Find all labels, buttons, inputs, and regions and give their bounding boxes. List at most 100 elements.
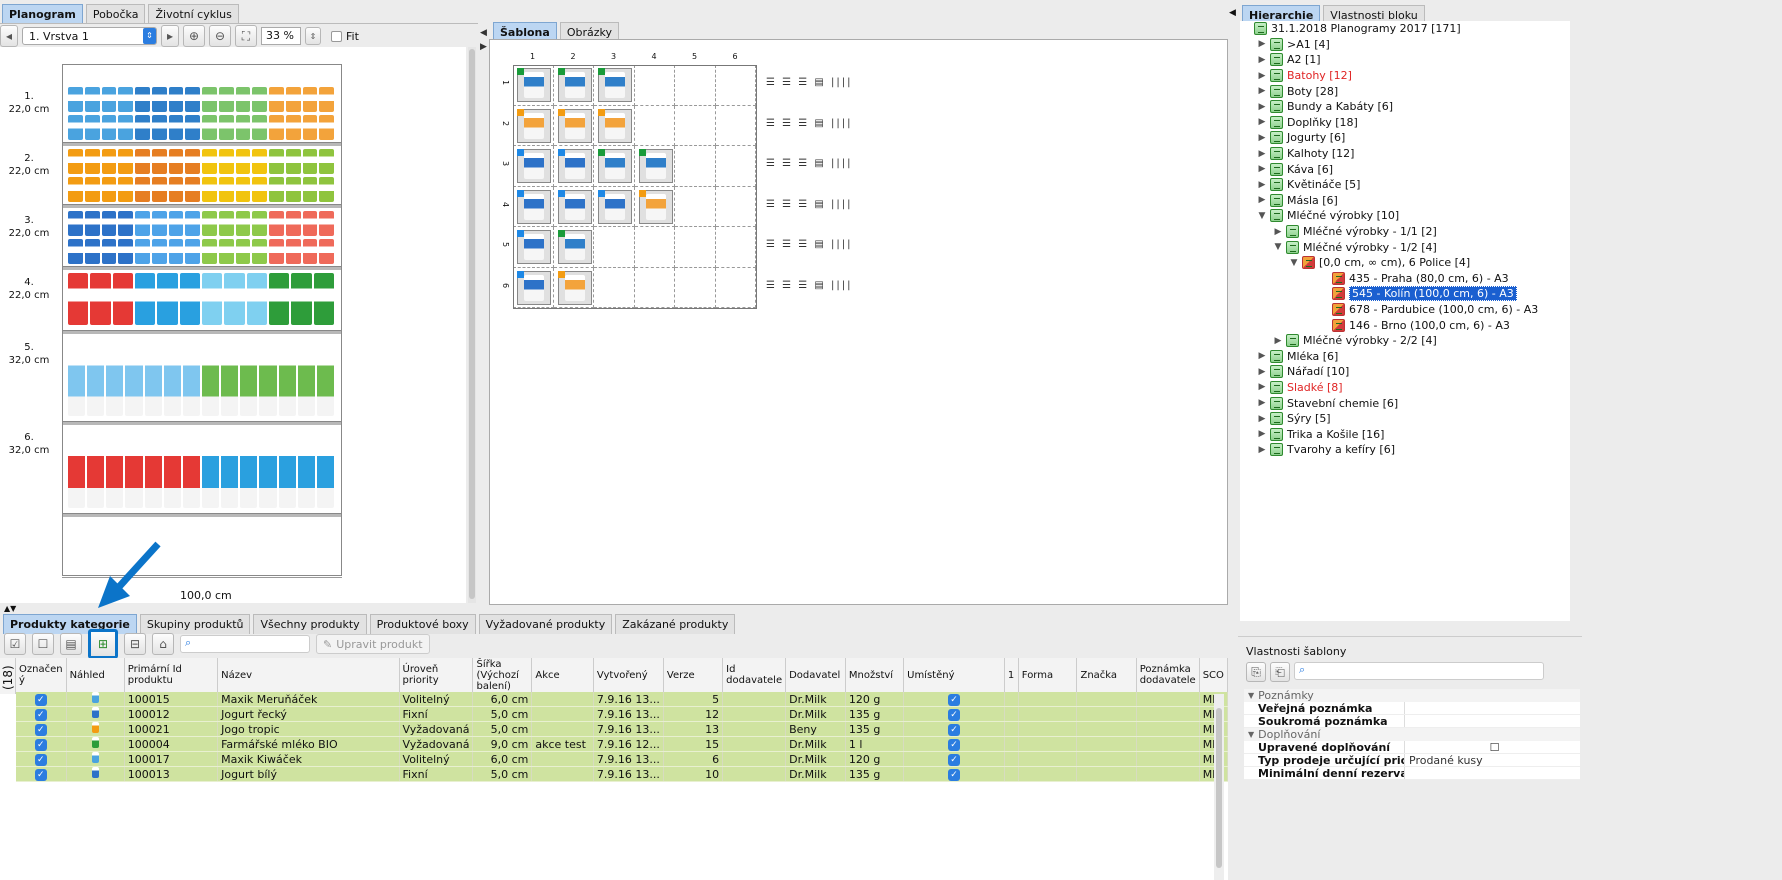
row-alignment-icons[interactable]: ☰ ☰ ☰ ▤ |||| bbox=[766, 158, 853, 169]
column-header[interactable]: Poznámka dodavatele bbox=[1136, 658, 1200, 692]
tree-item[interactable]: 545 - Kolín (100,0 cm, 6) - A3 bbox=[1240, 286, 1570, 302]
edit-product-button[interactable]: ✎ Upravit produkt bbox=[316, 634, 430, 654]
expand-right-icon[interactable]: ▶ bbox=[480, 42, 487, 52]
tree-item[interactable]: ▶ Nářadí [10] bbox=[1240, 364, 1570, 380]
tree-item[interactable]: ▼ Mléčné výrobky - 1/2 [4] bbox=[1240, 239, 1570, 255]
property-row[interactable]: Veřejná poznámka bbox=[1244, 702, 1580, 715]
row-alignment-icons[interactable]: ☰ ☰ ☰ ▤ |||| bbox=[766, 118, 853, 129]
table-row[interactable]: ✓ 100017 Maxik Kiwáček Volitelný 6,0 cm 7.9.1… bbox=[16, 751, 1228, 767]
checkbox-checked-icon[interactable]: ✓ bbox=[948, 709, 960, 721]
chevron-right-icon[interactable]: ▶ bbox=[1256, 351, 1268, 361]
chevron-right-icon[interactable]: ▶ bbox=[1256, 382, 1268, 392]
property-value[interactable] bbox=[1404, 702, 1580, 714]
column-header[interactable]: Dodavatel bbox=[785, 658, 846, 692]
tree-item[interactable]: 678 - Pardubice (100,0 cm, 6) - A3 bbox=[1240, 302, 1570, 318]
tree-item[interactable]: ▶ Másla [6] bbox=[1240, 193, 1570, 209]
chevron-right-icon[interactable]: ▶ bbox=[1256, 367, 1268, 377]
placed-checkbox[interactable]: ✓ bbox=[903, 706, 1005, 722]
layer-select[interactable]: 1. Vrstva 1 ⇕ bbox=[22, 27, 157, 45]
checkbox-checked-icon[interactable]: ✓ bbox=[948, 754, 960, 766]
paste-icon[interactable]: ⎗ bbox=[1270, 662, 1290, 682]
fit-checkbox[interactable] bbox=[331, 30, 342, 42]
tree-item[interactable]: ▶ Káva [6] bbox=[1240, 161, 1570, 177]
checkbox-checked-icon[interactable]: ✓ bbox=[948, 694, 960, 706]
tree-item[interactable]: ▶ Bundy a Kabáty [6] bbox=[1240, 99, 1570, 115]
table-row[interactable]: ✓ 100021 Jogo tropic Vyžadovaná 5,0 cm 7.9.16… bbox=[16, 721, 1228, 737]
tree-item[interactable]: ▶ Sýry [5] bbox=[1240, 411, 1570, 427]
chevron-right-icon[interactable]: ▶ bbox=[1256, 39, 1268, 49]
table-row[interactable]: ✓ 100013 Jogurt bílý Fixní 5,0 cm 7.9.16 13..… bbox=[16, 766, 1228, 782]
tree-item[interactable]: ▶ Batohy [12] bbox=[1240, 68, 1570, 84]
tree-item[interactable]: ▶ Boty [28] bbox=[1240, 83, 1570, 99]
chevron-right-icon[interactable]: ▶ bbox=[1256, 55, 1268, 65]
view-tab-1[interactable]: Pobočka bbox=[85, 4, 146, 24]
chevron-right-icon[interactable]: ▶ bbox=[1256, 164, 1268, 174]
row-alignment-icons[interactable]: ☰ ☰ ☰ ▤ |||| bbox=[766, 239, 853, 250]
column-header[interactable]: Primární Id produktu bbox=[124, 658, 219, 692]
zoom-out-icon[interactable]: ⊖ bbox=[209, 25, 231, 47]
product-search-input[interactable]: ⌕ bbox=[180, 635, 310, 653]
checkbox-checked-icon[interactable]: ✓ bbox=[34, 709, 47, 721]
column-header[interactable]: SCO bbox=[1199, 658, 1228, 692]
tree-item[interactable]: ▶ Jogurty [6] bbox=[1240, 130, 1570, 146]
chevron-right-icon[interactable]: ▶ bbox=[1256, 86, 1268, 96]
column-header[interactable]: Id dodavatele bbox=[722, 658, 787, 692]
chevron-right-icon[interactable]: ▶ bbox=[1256, 414, 1268, 424]
column-header[interactable]: 1 bbox=[1004, 658, 1019, 692]
row-alignment-icons[interactable]: ☰ ☰ ☰ ▤ |||| bbox=[766, 199, 853, 210]
column-header[interactable]: Množství bbox=[845, 658, 905, 692]
checked-checkbox[interactable]: ✓ bbox=[16, 692, 67, 707]
chevron-right-icon[interactable]: ▶ bbox=[1256, 117, 1268, 127]
back-icon[interactable]: ◂ bbox=[0, 25, 18, 47]
column-header[interactable]: Značka bbox=[1076, 658, 1137, 692]
vertical-scrollbar[interactable] bbox=[468, 47, 476, 603]
property-value[interactable] bbox=[1404, 767, 1580, 779]
checkbox-checked-icon[interactable]: ✓ bbox=[948, 769, 960, 781]
zoom-in-icon[interactable]: ⊕ bbox=[183, 25, 205, 47]
chevron-right-icon[interactable]: ▶ bbox=[1256, 429, 1268, 439]
list-icon[interactable]: ▤ bbox=[60, 633, 82, 655]
basket-icon[interactable]: ⌂ bbox=[152, 633, 174, 655]
tree-item[interactable]: ▶ Mléčné výrobky - 2/2 [4] bbox=[1240, 333, 1570, 349]
checkbox-checked-icon[interactable]: ✓ bbox=[948, 739, 960, 751]
column-header[interactable]: Vytvořený bbox=[593, 658, 664, 692]
checkbox-checked-icon[interactable]: ✓ bbox=[34, 754, 47, 766]
table-row[interactable]: ✓ 100004 Farmářské mléko BIO Vyžadovaná 9,0 … bbox=[16, 736, 1228, 752]
property-row[interactable]: Minimální denní rezerva bbox=[1244, 767, 1580, 780]
column-header[interactable]: Forma bbox=[1018, 658, 1078, 692]
checked-checkbox[interactable]: ✓ bbox=[16, 721, 67, 737]
chevron-right-icon[interactable]: ▶ bbox=[1256, 133, 1268, 143]
row-alignment-icons[interactable]: ☰ ☰ ☰ ▤ |||| bbox=[766, 280, 853, 291]
table-scrollbar[interactable] bbox=[1214, 694, 1224, 880]
checkbox-checked-icon[interactable]: ✓ bbox=[34, 724, 47, 736]
placed-checkbox[interactable]: ✓ bbox=[903, 692, 1005, 707]
property-value[interactable]: ☐ bbox=[1404, 741, 1580, 754]
deselect-icon[interactable]: ☐ bbox=[32, 633, 54, 655]
property-value[interactable]: Prodané kusy bbox=[1404, 754, 1580, 767]
collapse-left-icon[interactable]: ◀ bbox=[480, 28, 487, 38]
row-alignment-icons[interactable]: ☰ ☰ ☰ ▤ |||| bbox=[766, 77, 853, 88]
view-tab-2[interactable]: Životní cyklus bbox=[148, 4, 239, 24]
tree-item[interactable]: 31.1.2018 Planogramy 2017 [171] bbox=[1240, 21, 1570, 37]
checkbox-checked-icon[interactable]: ✓ bbox=[34, 694, 47, 706]
tree-item[interactable]: ▶ Mléčné výrobky - 1/1 [2] bbox=[1240, 224, 1570, 240]
chevron-right-icon[interactable]: ▶ bbox=[1256, 149, 1268, 159]
select-all-icon[interactable]: ☑ bbox=[4, 633, 26, 655]
column-header[interactable]: Šířka (Výchozí balení) bbox=[472, 658, 533, 692]
placed-checkbox[interactable]: ✓ bbox=[903, 721, 1005, 737]
column-header[interactable]: Verze bbox=[663, 658, 724, 692]
tree-item[interactable]: 435 - Praha (80,0 cm, 6) - A3 bbox=[1240, 271, 1570, 287]
collapse-icon[interactable]: ◀ bbox=[1229, 8, 1236, 18]
remove-icon[interactable]: ⊟ bbox=[124, 633, 146, 655]
zoom-input[interactable]: 33 % bbox=[261, 27, 301, 45]
property-row[interactable]: Soukromá poznámka bbox=[1244, 715, 1580, 728]
checkbox-checked-icon[interactable]: ✓ bbox=[34, 769, 47, 781]
split-arrows-icon[interactable]: ▲▼ bbox=[4, 604, 16, 613]
properties-search-input[interactable]: ⌕ bbox=[1294, 662, 1544, 680]
table-row[interactable]: ✓ 100012 Jogurt řecký Fixní 5,0 cm 7.9.16 13.… bbox=[16, 706, 1228, 722]
placed-checkbox[interactable]: ✓ bbox=[903, 751, 1005, 767]
property-row[interactable]: Typ prodeje určující prioritu ...Prodané… bbox=[1244, 754, 1580, 767]
checked-checkbox[interactable]: ✓ bbox=[16, 706, 67, 722]
chevron-right-icon[interactable]: ▶ bbox=[1272, 336, 1284, 346]
tree-item[interactable]: ▶ Doplňky [18] bbox=[1240, 115, 1570, 131]
